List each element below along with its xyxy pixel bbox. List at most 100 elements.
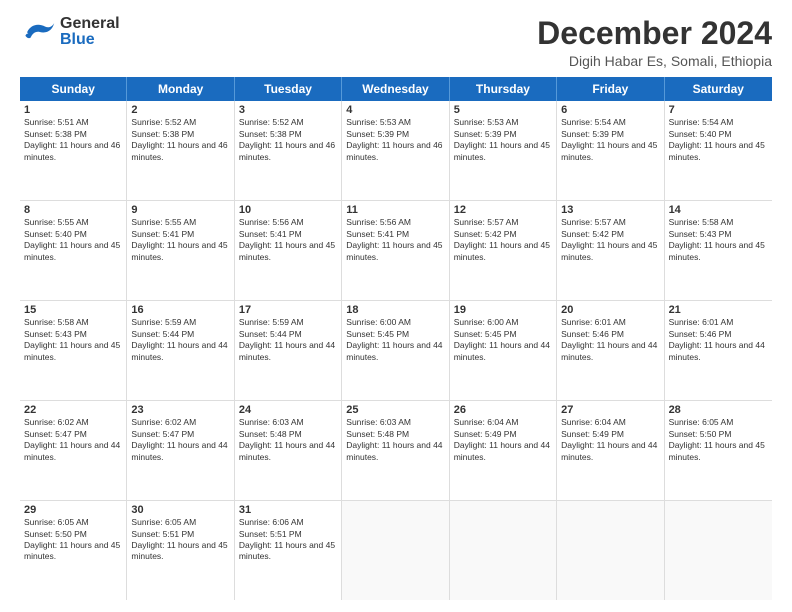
calendar-cell: 24Sunrise: 6:03 AM Sunset: 5:48 PM Dayli… xyxy=(235,401,342,500)
calendar: SundayMondayTuesdayWednesdayThursdayFrid… xyxy=(20,77,772,600)
cell-details: Sunrise: 5:59 AM Sunset: 5:44 PM Dayligh… xyxy=(131,317,229,363)
general-blue-icon xyxy=(20,17,56,47)
header: General Blue December 2024 Digih Habar E… xyxy=(20,16,772,69)
day-header-sunday: Sunday xyxy=(20,77,127,101)
calendar-cell: 23Sunrise: 6:02 AM Sunset: 5:47 PM Dayli… xyxy=(127,401,234,500)
cell-details: Sunrise: 6:01 AM Sunset: 5:46 PM Dayligh… xyxy=(561,317,659,363)
calendar-cell: 7Sunrise: 5:54 AM Sunset: 5:40 PM Daylig… xyxy=(665,101,772,200)
calendar-cell: 12Sunrise: 5:57 AM Sunset: 5:42 PM Dayli… xyxy=(450,201,557,300)
calendar-cell: 9Sunrise: 5:55 AM Sunset: 5:41 PM Daylig… xyxy=(127,201,234,300)
day-number: 9 xyxy=(131,204,229,216)
calendar-cell xyxy=(665,501,772,600)
calendar-cell: 10Sunrise: 5:56 AM Sunset: 5:41 PM Dayli… xyxy=(235,201,342,300)
cell-details: Sunrise: 6:06 AM Sunset: 5:51 PM Dayligh… xyxy=(239,517,337,563)
calendar-cell: 11Sunrise: 5:56 AM Sunset: 5:41 PM Dayli… xyxy=(342,201,449,300)
day-number: 13 xyxy=(561,204,659,216)
cell-details: Sunrise: 5:52 AM Sunset: 5:38 PM Dayligh… xyxy=(131,117,229,163)
calendar-cell: 22Sunrise: 6:02 AM Sunset: 5:47 PM Dayli… xyxy=(20,401,127,500)
calendar-body: 1Sunrise: 5:51 AM Sunset: 5:38 PM Daylig… xyxy=(20,101,772,600)
calendar-cell: 26Sunrise: 6:04 AM Sunset: 5:49 PM Dayli… xyxy=(450,401,557,500)
calendar-cell: 6Sunrise: 5:54 AM Sunset: 5:39 PM Daylig… xyxy=(557,101,664,200)
cell-details: Sunrise: 5:51 AM Sunset: 5:38 PM Dayligh… xyxy=(24,117,122,163)
day-header-saturday: Saturday xyxy=(665,77,772,101)
calendar-cell: 1Sunrise: 5:51 AM Sunset: 5:38 PM Daylig… xyxy=(20,101,127,200)
day-number: 12 xyxy=(454,204,552,216)
calendar-cell: 28Sunrise: 6:05 AM Sunset: 5:50 PM Dayli… xyxy=(665,401,772,500)
day-number: 16 xyxy=(131,304,229,316)
calendar-cell: 15Sunrise: 5:58 AM Sunset: 5:43 PM Dayli… xyxy=(20,301,127,400)
cell-details: Sunrise: 6:02 AM Sunset: 5:47 PM Dayligh… xyxy=(131,417,229,463)
cell-details: Sunrise: 5:54 AM Sunset: 5:39 PM Dayligh… xyxy=(561,117,659,163)
calendar-cell: 2Sunrise: 5:52 AM Sunset: 5:38 PM Daylig… xyxy=(127,101,234,200)
day-number: 29 xyxy=(24,504,122,516)
cell-details: Sunrise: 5:56 AM Sunset: 5:41 PM Dayligh… xyxy=(239,217,337,263)
day-number: 11 xyxy=(346,204,444,216)
day-number: 14 xyxy=(669,204,768,216)
day-number: 28 xyxy=(669,404,768,416)
day-number: 8 xyxy=(24,204,122,216)
calendar-cell xyxy=(557,501,664,600)
cell-details: Sunrise: 5:55 AM Sunset: 5:41 PM Dayligh… xyxy=(131,217,229,263)
logo: General Blue xyxy=(20,16,120,48)
title-area: December 2024 Digih Habar Es, Somali, Et… xyxy=(537,16,772,69)
cell-details: Sunrise: 5:52 AM Sunset: 5:38 PM Dayligh… xyxy=(239,117,337,163)
day-number: 7 xyxy=(669,104,768,116)
cell-details: Sunrise: 6:00 AM Sunset: 5:45 PM Dayligh… xyxy=(454,317,552,363)
day-number: 26 xyxy=(454,404,552,416)
calendar-cell: 27Sunrise: 6:04 AM Sunset: 5:49 PM Dayli… xyxy=(557,401,664,500)
cell-details: Sunrise: 6:04 AM Sunset: 5:49 PM Dayligh… xyxy=(561,417,659,463)
day-number: 31 xyxy=(239,504,337,516)
day-header-thursday: Thursday xyxy=(450,77,557,101)
day-header-wednesday: Wednesday xyxy=(342,77,449,101)
cell-details: Sunrise: 5:58 AM Sunset: 5:43 PM Dayligh… xyxy=(669,217,768,263)
cell-details: Sunrise: 5:59 AM Sunset: 5:44 PM Dayligh… xyxy=(239,317,337,363)
calendar-cell: 8Sunrise: 5:55 AM Sunset: 5:40 PM Daylig… xyxy=(20,201,127,300)
cell-details: Sunrise: 6:01 AM Sunset: 5:46 PM Dayligh… xyxy=(669,317,768,363)
day-header-friday: Friday xyxy=(557,77,664,101)
day-number: 21 xyxy=(669,304,768,316)
calendar-header: SundayMondayTuesdayWednesdayThursdayFrid… xyxy=(20,77,772,101)
calendar-cell: 29Sunrise: 6:05 AM Sunset: 5:50 PM Dayli… xyxy=(20,501,127,600)
day-number: 1 xyxy=(24,104,122,116)
cell-details: Sunrise: 6:02 AM Sunset: 5:47 PM Dayligh… xyxy=(24,417,122,463)
cell-details: Sunrise: 6:05 AM Sunset: 5:50 PM Dayligh… xyxy=(24,517,122,563)
day-number: 27 xyxy=(561,404,659,416)
cell-details: Sunrise: 5:53 AM Sunset: 5:39 PM Dayligh… xyxy=(454,117,552,163)
day-number: 20 xyxy=(561,304,659,316)
calendar-cell: 25Sunrise: 6:03 AM Sunset: 5:48 PM Dayli… xyxy=(342,401,449,500)
calendar-cell: 5Sunrise: 5:53 AM Sunset: 5:39 PM Daylig… xyxy=(450,101,557,200)
cell-details: Sunrise: 6:05 AM Sunset: 5:51 PM Dayligh… xyxy=(131,517,229,563)
cell-details: Sunrise: 6:03 AM Sunset: 5:48 PM Dayligh… xyxy=(239,417,337,463)
logo-text: General Blue xyxy=(60,16,120,48)
calendar-cell: 30Sunrise: 6:05 AM Sunset: 5:51 PM Dayli… xyxy=(127,501,234,600)
calendar-cell xyxy=(342,501,449,600)
cell-details: Sunrise: 6:00 AM Sunset: 5:45 PM Dayligh… xyxy=(346,317,444,363)
cell-details: Sunrise: 5:57 AM Sunset: 5:42 PM Dayligh… xyxy=(561,217,659,263)
calendar-cell: 14Sunrise: 5:58 AM Sunset: 5:43 PM Dayli… xyxy=(665,201,772,300)
day-number: 18 xyxy=(346,304,444,316)
calendar-row-2: 8Sunrise: 5:55 AM Sunset: 5:40 PM Daylig… xyxy=(20,201,772,301)
calendar-cell: 4Sunrise: 5:53 AM Sunset: 5:39 PM Daylig… xyxy=(342,101,449,200)
page: General Blue December 2024 Digih Habar E… xyxy=(0,0,792,612)
cell-details: Sunrise: 6:04 AM Sunset: 5:49 PM Dayligh… xyxy=(454,417,552,463)
logo-general: General xyxy=(60,16,120,32)
day-number: 2 xyxy=(131,104,229,116)
cell-details: Sunrise: 5:55 AM Sunset: 5:40 PM Dayligh… xyxy=(24,217,122,263)
calendar-cell: 3Sunrise: 5:52 AM Sunset: 5:38 PM Daylig… xyxy=(235,101,342,200)
cell-details: Sunrise: 6:05 AM Sunset: 5:50 PM Dayligh… xyxy=(669,417,768,463)
cell-details: Sunrise: 5:56 AM Sunset: 5:41 PM Dayligh… xyxy=(346,217,444,263)
calendar-cell: 17Sunrise: 5:59 AM Sunset: 5:44 PM Dayli… xyxy=(235,301,342,400)
calendar-cell: 31Sunrise: 6:06 AM Sunset: 5:51 PM Dayli… xyxy=(235,501,342,600)
day-number: 17 xyxy=(239,304,337,316)
calendar-row-4: 22Sunrise: 6:02 AM Sunset: 5:47 PM Dayli… xyxy=(20,401,772,501)
month-title: December 2024 xyxy=(537,16,772,51)
cell-details: Sunrise: 5:54 AM Sunset: 5:40 PM Dayligh… xyxy=(669,117,768,163)
day-number: 15 xyxy=(24,304,122,316)
day-header-tuesday: Tuesday xyxy=(235,77,342,101)
day-number: 5 xyxy=(454,104,552,116)
day-number: 30 xyxy=(131,504,229,516)
calendar-cell: 18Sunrise: 6:00 AM Sunset: 5:45 PM Dayli… xyxy=(342,301,449,400)
day-number: 24 xyxy=(239,404,337,416)
calendar-cell: 20Sunrise: 6:01 AM Sunset: 5:46 PM Dayli… xyxy=(557,301,664,400)
day-number: 10 xyxy=(239,204,337,216)
